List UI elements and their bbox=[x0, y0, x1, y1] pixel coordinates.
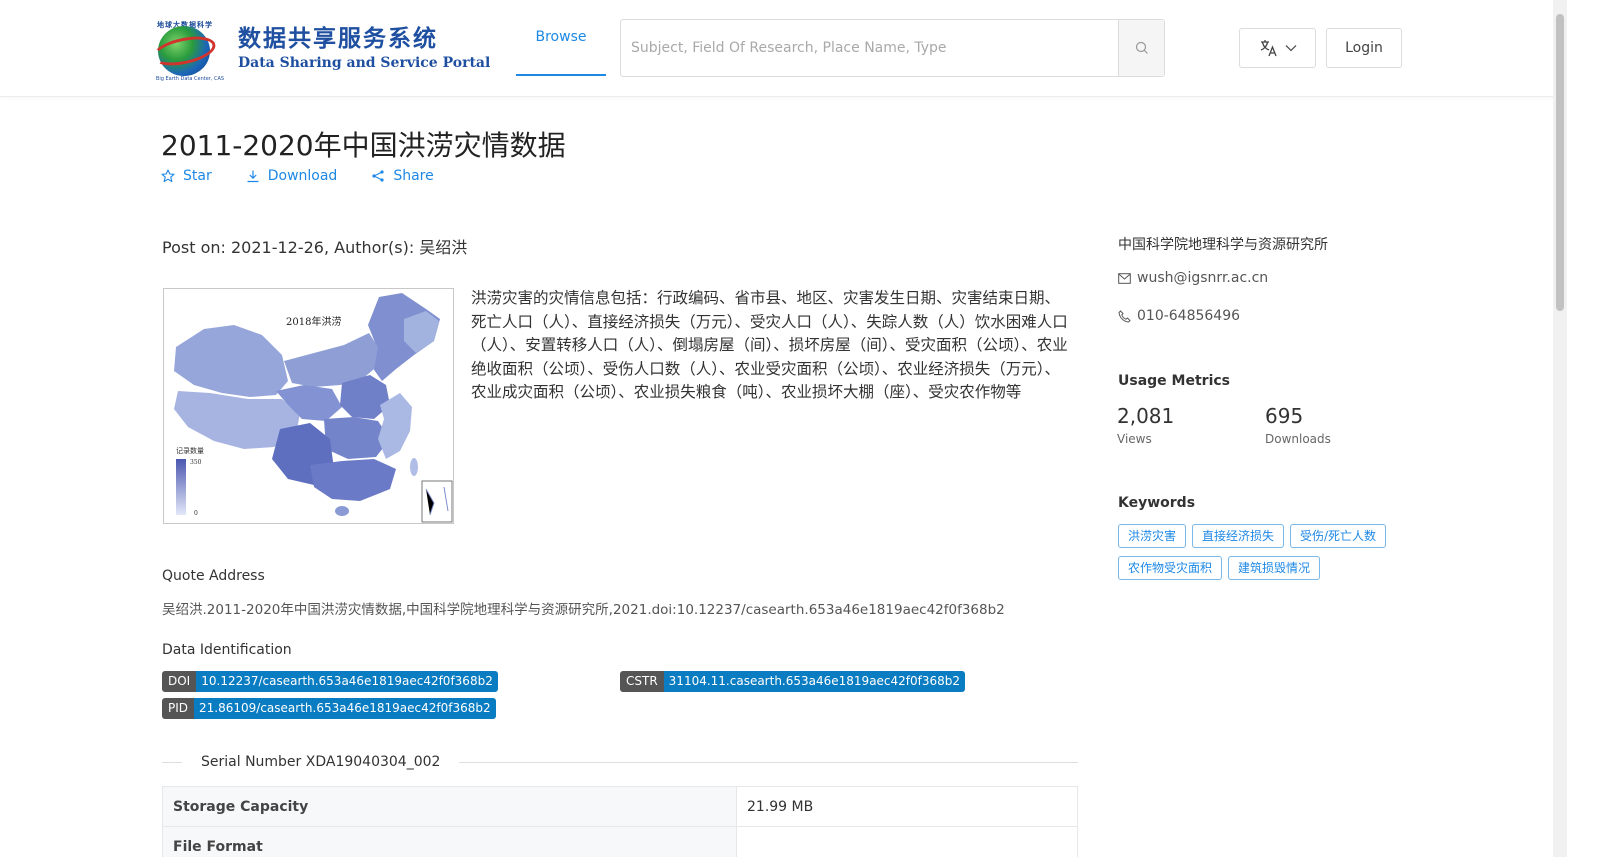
cstr-key: CSTR bbox=[620, 671, 664, 692]
share-icon bbox=[372, 170, 384, 182]
table-key: Storage Capacity bbox=[163, 787, 737, 826]
page-scrollbar[interactable] bbox=[1553, 0, 1567, 857]
search-bar bbox=[620, 19, 1165, 77]
downloads-metric: 695 Downloads bbox=[1265, 404, 1331, 446]
keywords-heading: Keywords bbox=[1118, 495, 1196, 511]
search-button[interactable] bbox=[1118, 20, 1164, 76]
dataset-description: 洪涝灾害的灾情信息包括：行政编码、省市县、地区、灾害发生日期、灾害结束日期、死亡… bbox=[471, 289, 1068, 401]
search-input[interactable] bbox=[621, 20, 1118, 76]
dataset-thumbnail[interactable]: 记录数量 350 0 2018年洪涝 bbox=[163, 288, 454, 524]
download-label: Download bbox=[267, 168, 338, 184]
institution-name: 中国科学院地理科学与资源研究所 bbox=[1118, 237, 1328, 253]
pid-badge[interactable]: PID 21.86109/casearth.653a46e1819aec42f0… bbox=[162, 698, 496, 719]
mail-icon bbox=[1118, 272, 1131, 284]
search-icon bbox=[1135, 41, 1148, 54]
right-gutter bbox=[1567, 0, 1600, 857]
doi-badge[interactable]: DOI 10.12237/casearth.653a46e1819aec42f0… bbox=[162, 671, 498, 692]
logo-title-cn: 数据共享服务系统 bbox=[238, 26, 438, 52]
scrollbar-thumb[interactable] bbox=[1556, 14, 1564, 311]
keyword-tag[interactable]: 直接经济损失 bbox=[1192, 524, 1285, 548]
keyword-tag[interactable]: 农作物受灾面积 bbox=[1118, 556, 1223, 580]
serial-number: Serial Number XDA19040304_002 bbox=[201, 754, 441, 770]
legend-min: 0 bbox=[194, 510, 198, 517]
data-identification-label: Data Identification bbox=[162, 642, 292, 658]
site-header: 地球大数据科学数据中心 Big Earth Data Center, CAS 数… bbox=[0, 0, 1600, 97]
logo-title-en: Data Sharing and Service Portal bbox=[238, 55, 491, 71]
nav-browse[interactable]: Browse bbox=[516, 0, 606, 76]
download-button[interactable]: Download bbox=[246, 168, 338, 184]
phone-icon bbox=[1118, 309, 1131, 323]
globe-logo-icon: 地球大数据科学数据中心 Big Earth Data Center, CAS bbox=[149, 20, 228, 82]
contact-phone: 010-64856496 bbox=[1118, 308, 1240, 324]
keyword-tag[interactable]: 洪涝灾害 bbox=[1118, 524, 1187, 548]
logo-sub-text: Big Earth Data Center, CAS bbox=[155, 76, 225, 82]
pid-key: PID bbox=[162, 698, 195, 719]
star-label: Star bbox=[183, 168, 212, 184]
language-selector[interactable] bbox=[1239, 28, 1316, 68]
usage-metrics-heading: Usage Metrics bbox=[1118, 373, 1230, 389]
keyword-tag[interactable]: 建筑损毁情况 bbox=[1228, 556, 1321, 580]
downloads-count: 695 bbox=[1265, 404, 1304, 428]
doi-key: DOI bbox=[162, 671, 197, 692]
table-row: Storage Capacity 21.99 MB bbox=[163, 787, 1078, 827]
legend-title: 记录数量 bbox=[176, 446, 204, 455]
legend-max: 350 bbox=[190, 459, 202, 466]
quote-address-label: Quote Address bbox=[162, 568, 265, 584]
star-icon bbox=[161, 169, 175, 183]
site-logo[interactable]: 地球大数据科学数据中心 Big Earth Data Center, CAS 数… bbox=[149, 20, 491, 82]
share-label: Share bbox=[393, 168, 434, 184]
views-count: 2,081 bbox=[1117, 404, 1175, 428]
dataset-info-table: Storage Capacity 21.99 MB File Format bbox=[162, 786, 1078, 857]
cstr-badge[interactable]: CSTR 31104.11.casearth.653a46e1819aec42f… bbox=[620, 671, 966, 692]
table-value: 21.99 MB bbox=[737, 787, 1078, 826]
views-metric: 2,081 Views bbox=[1117, 404, 1174, 446]
serial-number-divider: Serial Number XDA19040304_002 bbox=[162, 751, 1078, 773]
downloads-label: Downloads bbox=[1265, 432, 1331, 446]
quote-address-text: 吴绍洪.2011-2020年中国洪涝灾情数据,中国科学院地理科学与资源研究所,2… bbox=[162, 602, 1005, 618]
email-text: wush@igsnrr.ac.cn bbox=[1137, 270, 1269, 286]
views-label: Views bbox=[1117, 432, 1152, 446]
table-row: File Format bbox=[163, 827, 1078, 857]
china-flood-map-image: 记录数量 350 0 2018年洪涝 bbox=[164, 289, 453, 523]
share-button[interactable]: Share bbox=[371, 168, 434, 184]
table-value bbox=[737, 827, 1078, 857]
table-key: File Format bbox=[163, 827, 737, 857]
map-title: 2018年洪涝 bbox=[286, 315, 341, 328]
phone-text: 010-64856496 bbox=[1137, 308, 1241, 324]
translate-icon bbox=[1260, 40, 1277, 57]
contact-email[interactable]: wush@igsnrr.ac.cn bbox=[1118, 270, 1268, 286]
login-button[interactable]: Login bbox=[1326, 28, 1402, 68]
dataset-actions: Star Download Share bbox=[161, 168, 434, 184]
download-icon bbox=[247, 170, 259, 183]
page-title: 2011-2020年中国洪涝灾情数据 bbox=[161, 129, 566, 162]
chevron-down-icon bbox=[1285, 45, 1296, 52]
keyword-tag[interactable]: 受伤/死亡人数 bbox=[1290, 524, 1387, 548]
post-info: Post on: 2021-12-26, Author(s): 吴绍洪 bbox=[162, 238, 468, 257]
cstr-value: 31104.11.casearth.653a46e1819aec42f0f368… bbox=[663, 671, 966, 692]
doi-value: 10.12237/casearth.653a46e1819aec42f0f368… bbox=[196, 671, 498, 692]
pid-value: 21.86109/casearth.653a46e1819aec42f0f368… bbox=[194, 698, 496, 719]
star-button[interactable]: Star bbox=[161, 168, 212, 184]
